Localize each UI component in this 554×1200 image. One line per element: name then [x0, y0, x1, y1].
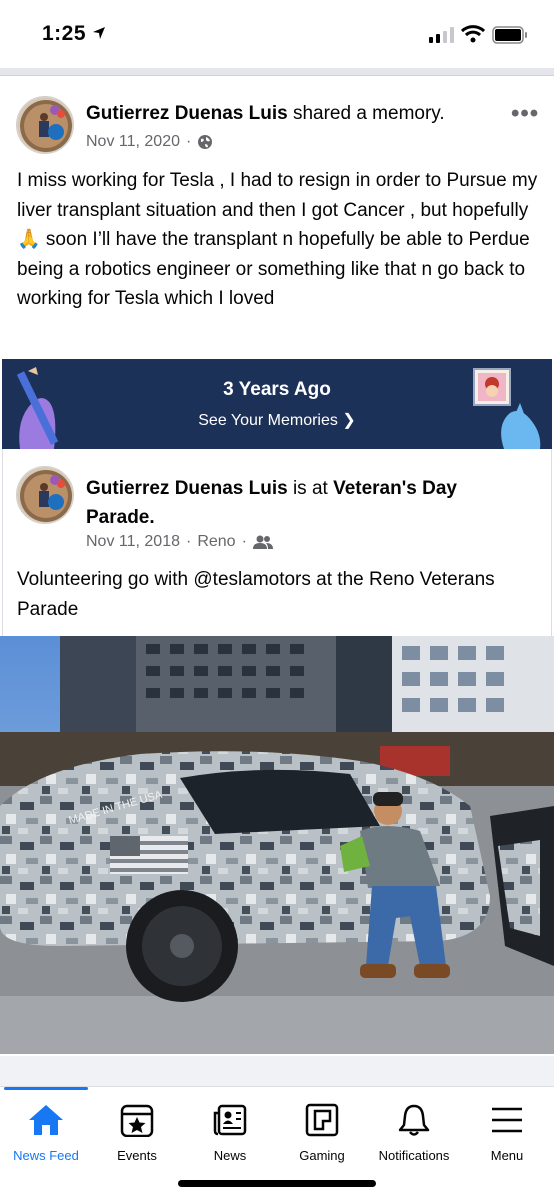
shared-author-avatar[interactable]	[16, 466, 74, 524]
tab-label: News Feed	[13, 1148, 79, 1163]
tab-news[interactable]: News	[184, 1087, 276, 1167]
tab-label: Gaming	[299, 1148, 345, 1163]
meta-separator: ·	[241, 533, 247, 550]
status-time: 1:25	[42, 22, 87, 45]
active-tab-indicator	[4, 1087, 88, 1090]
tab-menu[interactable]: Menu	[461, 1087, 553, 1167]
more-options-icon[interactable]: •••	[511, 100, 539, 128]
wifi-icon	[461, 25, 485, 43]
calendar-star-icon	[120, 1104, 154, 1137]
cellular-signal-icon	[429, 27, 454, 43]
shared-post-place-suffix: .	[149, 507, 155, 528]
newspaper-icon	[213, 1104, 247, 1136]
battery-icon	[492, 26, 527, 44]
author-avatar[interactable]	[16, 96, 74, 154]
feed-divider	[0, 68, 554, 76]
tab-label: Events	[117, 1148, 157, 1163]
shared-post-date[interactable]: Nov 11, 2018	[86, 533, 180, 551]
tab-label: News	[213, 1148, 247, 1163]
meta-separator: ·	[186, 133, 192, 150]
home-icon	[29, 1105, 63, 1135]
tab-events[interactable]: Events	[91, 1087, 183, 1167]
shared-author-name[interactable]: Gutierrez Duenas Luis	[86, 478, 288, 499]
tab-label: Notifications	[378, 1148, 450, 1163]
shared-post-photo[interactable]: MADE IN THE USA	[0, 636, 554, 1054]
shared-post-header: Gutierrez Duenas Luis is at Veteran's Da…	[86, 474, 526, 532]
tab-notifications[interactable]: Notifications	[368, 1087, 460, 1167]
memories-banner[interactable]: 3 Years Ago See Your Memories ❯	[2, 359, 552, 449]
bell-icon	[398, 1104, 430, 1136]
post-text: I miss working for Tesla , I had to resi…	[17, 170, 538, 309]
shared-post-connector: is at	[287, 478, 334, 499]
blue-hand-photo-illustration-icon	[473, 368, 541, 449]
shared-post-location[interactable]: Reno	[197, 533, 235, 551]
location-arrow-icon	[93, 27, 105, 39]
post-action: shared a memory.	[287, 103, 445, 124]
post-meta: Nov 11, 2020 ·	[86, 133, 213, 151]
post-header: Gutierrez Duenas Luis shared a memory.	[86, 102, 445, 126]
status-bar: 1:25	[0, 0, 554, 68]
home-indicator[interactable]	[178, 1180, 376, 1187]
hamburger-icon	[492, 1107, 522, 1133]
post-date[interactable]: Nov 11, 2020	[86, 133, 180, 151]
tab-label: Menu	[490, 1148, 524, 1163]
tab-news-feed[interactable]: News Feed	[0, 1087, 92, 1167]
shared-post-text: Volunteering go with @teslamotors at the…	[17, 569, 495, 620]
meta-separator: ·	[186, 533, 192, 550]
tab-gaming[interactable]: Gaming	[276, 1087, 368, 1167]
author-name[interactable]: Gutierrez Duenas Luis	[86, 103, 288, 124]
purple-hand-illustration-icon	[16, 367, 59, 449]
friends-icon	[252, 535, 273, 549]
globe-icon	[198, 135, 213, 149]
feed-gap	[0, 1056, 554, 1086]
shared-post-meta: Nov 11, 2018 · Reno ·	[86, 533, 273, 551]
gaming-icon	[305, 1103, 339, 1137]
